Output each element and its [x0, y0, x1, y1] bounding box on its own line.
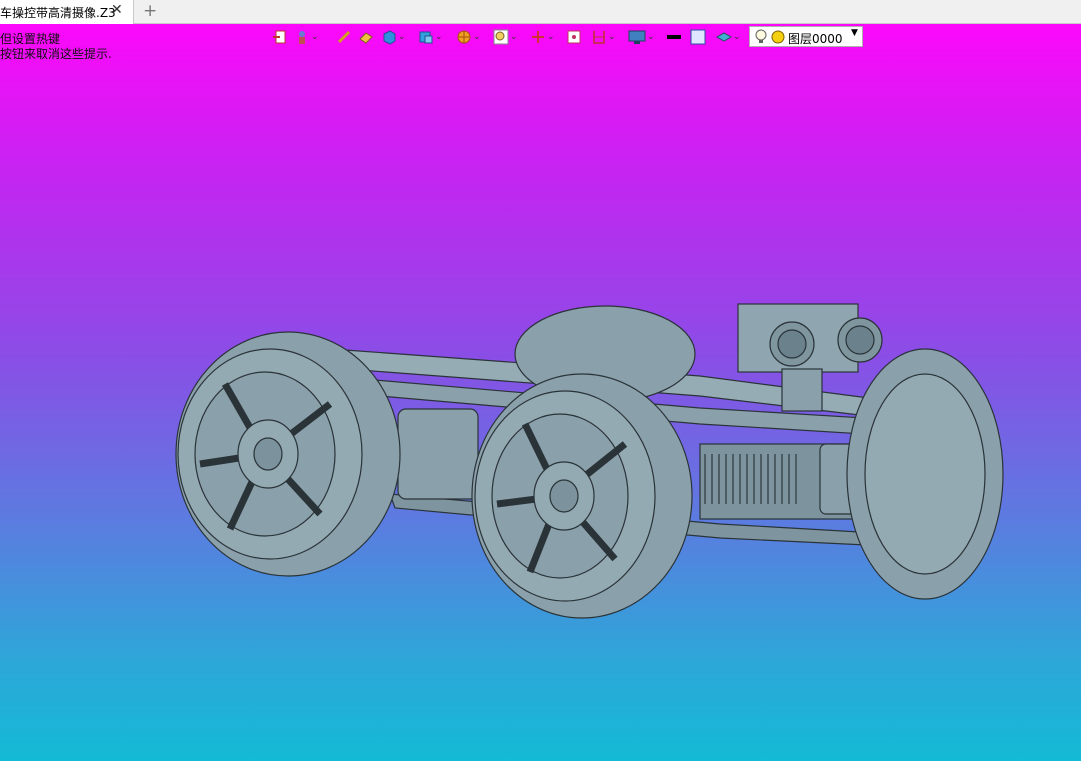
sketch-tool-icon[interactable]: ⌄ — [294, 26, 319, 48]
close-icon[interactable]: ✕ — [111, 2, 123, 18]
section-icon[interactable]: ⌄ — [591, 26, 616, 48]
fill-color-icon[interactable] — [690, 26, 706, 48]
layer-selector[interactable]: 图层0000 ▼ — [749, 26, 863, 47]
tab-bar: 车操控带高清摄像.Z3 ✕ + — [0, 0, 1081, 24]
display-icon[interactable]: ⌄ — [628, 26, 655, 48]
render-mode-icon[interactable]: ⌄ — [456, 26, 481, 48]
line-color-icon[interactable] — [666, 26, 682, 48]
axis-icon[interactable]: ⌄ — [530, 26, 555, 48]
zoom-icon[interactable]: ⌄ — [493, 26, 518, 48]
hint-line-2: 按钮来取消这些提示. — [0, 47, 112, 61]
3d-viewport[interactable]: 但设置热键 按钮来取消这些提示. — [0, 24, 1081, 761]
grid-icon[interactable] — [566, 26, 582, 48]
shape-tool-icon[interactable] — [358, 26, 374, 48]
view-cube-icon[interactable]: ⌄ — [418, 26, 443, 48]
wheel-front-right — [471, 373, 693, 619]
vehicle-model — [175, 303, 1004, 619]
layer-stack-icon[interactable]: ⌄ — [716, 26, 741, 48]
lightbulb-icon[interactable] — [754, 29, 768, 45]
chevron-down-icon[interactable]: ▼ — [851, 28, 858, 38]
layer-name: 图层0000 — [788, 32, 843, 46]
wheel-back-right — [846, 348, 1004, 600]
document-tab-label: 车操控带高清摄像.Z3 — [0, 6, 116, 20]
motor-left — [397, 408, 479, 500]
import-icon[interactable] — [272, 26, 288, 48]
line-tool-icon[interactable] — [336, 26, 352, 48]
plus-icon[interactable]: + — [143, 1, 157, 21]
layer-color-dot-icon — [771, 30, 785, 44]
cube-icon[interactable]: ⌄ — [381, 26, 406, 48]
wheel-front-left — [175, 331, 401, 577]
document-tab[interactable]: 车操控带高清摄像.Z3 ✕ — [0, 0, 134, 24]
